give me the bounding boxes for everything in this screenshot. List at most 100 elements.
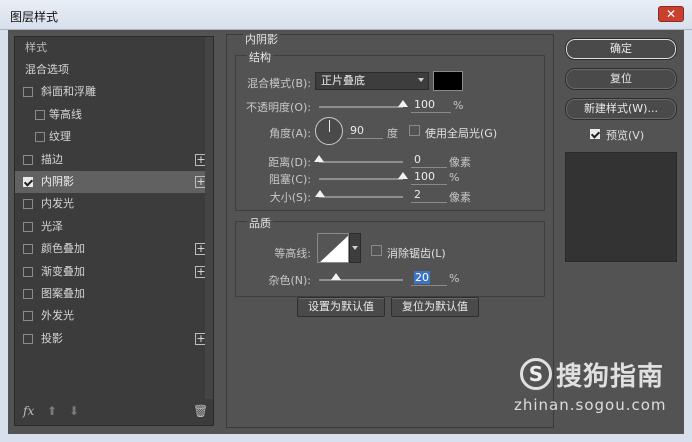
window-title: 图层样式	[10, 10, 59, 24]
style-item-outer-glow[interactable]: 外发光	[15, 305, 213, 327]
opacity-label: 不透明度(O):	[246, 101, 311, 114]
contour-label: 等高线:	[274, 247, 311, 260]
blend-mode-label: 混合模式(B):	[247, 77, 311, 90]
style-checkbox[interactable]	[23, 221, 33, 232]
distance-label: 距离(D):	[268, 156, 311, 169]
opacity-slider-thumb[interactable]	[398, 100, 408, 107]
section-title: 内阴影	[243, 31, 280, 47]
make-default-button[interactable]: 设置为默认值	[297, 297, 385, 317]
reset-button[interactable]: 复位	[565, 68, 677, 90]
style-item-inner-shadow[interactable]: 内阴影 +	[15, 170, 213, 194]
choke-slider-thumb[interactable]	[398, 172, 408, 179]
style-checkbox[interactable]	[23, 266, 33, 277]
ok-button[interactable]: 确定	[565, 38, 677, 60]
style-item-label: 光泽	[41, 219, 63, 233]
angle-label: 角度(A):	[269, 127, 311, 140]
window-frame-right	[684, 30, 692, 442]
blend-mode-value: 正片叠底	[321, 74, 365, 87]
watermark-url: zhinan.sogou.com	[514, 396, 667, 414]
contour-preview[interactable]	[317, 233, 349, 263]
style-item-contour[interactable]: 等高线	[15, 104, 213, 126]
style-item-bevel-emboss[interactable]: 斜面和浮雕	[15, 81, 213, 103]
style-checkbox[interactable]	[35, 109, 45, 120]
angle-dial[interactable]	[315, 117, 343, 145]
styles-header[interactable]: 样式	[15, 37, 213, 59]
distance-slider-thumb[interactable]	[314, 155, 324, 162]
style-item-drop-shadow[interactable]: 投影 +	[15, 328, 213, 350]
size-input[interactable]: 2	[411, 188, 447, 203]
style-item-label: 纹理	[49, 130, 71, 144]
dialog-client: 样式 混合选项 斜面和浮雕 等高线 纹理 描边 + 内阴影 + 内发光 光泽 颜…	[8, 30, 684, 434]
style-checkbox-checked[interactable]	[23, 176, 33, 187]
style-checkbox[interactable]	[35, 132, 45, 143]
style-item-stroke[interactable]: 描边 +	[15, 149, 213, 171]
window-frame-bottom	[0, 434, 692, 442]
antialias-label[interactable]: 消除锯齿(L)	[387, 245, 446, 261]
noise-slider[interactable]	[319, 273, 403, 281]
style-checkbox[interactable]	[23, 288, 33, 299]
choke-slider[interactable]	[319, 172, 408, 180]
style-item-label: 投影	[41, 331, 63, 345]
global-light-label[interactable]: 使用全局光(G)	[425, 125, 497, 141]
move-down-icon[interactable]: ⬇	[69, 404, 79, 418]
noise-input[interactable]: 20	[411, 271, 447, 286]
move-up-icon[interactable]: ⬆	[47, 404, 57, 418]
style-checkbox[interactable]	[23, 87, 33, 98]
noise-label: 杂色(N):	[268, 274, 311, 287]
blend-mode-dropdown[interactable]: 正片叠底	[315, 72, 429, 90]
style-item-texture[interactable]: 纹理	[15, 126, 213, 148]
styles-list-panel: 样式 混合选项 斜面和浮雕 等高线 纹理 描边 + 内阴影 + 内发光 光泽 颜…	[14, 36, 214, 426]
style-item-label: 渐变叠加	[41, 264, 85, 278]
style-item-label: 等高线	[49, 107, 82, 121]
antialias-checkbox[interactable]	[371, 245, 382, 256]
style-item-label: 斜面和浮雕	[41, 85, 96, 99]
style-checkbox[interactable]	[23, 244, 33, 255]
choke-unit: %	[449, 171, 460, 184]
new-style-button[interactable]: 新建样式(W)...	[565, 98, 677, 120]
preview-label[interactable]: 预览(V)	[606, 127, 644, 143]
size-unit: 像素	[449, 191, 471, 204]
styles-scrollbar[interactable]	[205, 37, 213, 399]
style-checkbox[interactable]	[23, 333, 33, 344]
global-light-checkbox[interactable]	[409, 125, 420, 136]
opacity-unit: %	[453, 99, 464, 112]
style-item-gradient-overlay[interactable]: 渐变叠加 +	[15, 261, 213, 283]
angle-unit: 度	[387, 127, 398, 140]
shadow-color-swatch[interactable]	[433, 71, 463, 91]
contour-picker-button[interactable]	[349, 233, 361, 263]
style-checkbox[interactable]	[23, 154, 33, 165]
style-item-satin[interactable]: 光泽	[15, 216, 213, 238]
opacity-slider[interactable]	[319, 100, 408, 108]
chevron-down-icon	[418, 78, 424, 82]
quality-title: 品质	[247, 215, 273, 231]
close-button[interactable]: ✕	[658, 6, 684, 22]
style-item-color-overlay[interactable]: 颜色叠加 +	[15, 238, 213, 260]
style-item-pattern-overlay[interactable]: 图案叠加	[15, 283, 213, 305]
sogou-logo: S	[520, 358, 552, 390]
style-checkbox[interactable]	[23, 311, 33, 322]
reset-default-button[interactable]: 复位为默认值	[391, 297, 479, 317]
choke-input[interactable]: 100	[411, 170, 447, 185]
preview-checkbox[interactable]	[590, 129, 600, 139]
style-item-blending-options[interactable]: 混合选项	[15, 59, 213, 81]
distance-input[interactable]: 0	[411, 153, 447, 168]
angle-input[interactable]: 90	[347, 124, 383, 139]
style-item-inner-glow[interactable]: 内发光	[15, 193, 213, 215]
distance-unit: 像素	[449, 156, 471, 169]
style-item-label: 描边	[41, 152, 63, 166]
style-checkbox[interactable]	[23, 199, 33, 210]
style-item-label: 颜色叠加	[41, 242, 85, 256]
style-item-label: 图案叠加	[41, 286, 85, 300]
trash-icon[interactable]: 🗑	[193, 404, 208, 418]
style-item-label: 内发光	[41, 197, 74, 211]
noise-unit: %	[449, 272, 460, 285]
size-slider-thumb[interactable]	[314, 190, 325, 197]
style-item-label: 混合选项	[25, 63, 69, 76]
opacity-input[interactable]: 100	[411, 98, 451, 113]
noise-slider-thumb[interactable]	[330, 273, 341, 280]
distance-slider[interactable]	[314, 155, 403, 163]
size-slider[interactable]	[314, 190, 403, 198]
settings-panel: 内阴影 结构 混合模式(B): 正片叠底 不透明度(O): 100 % 角度(A…	[226, 31, 554, 428]
size-label: 大小(S):	[269, 191, 311, 204]
fx-icon[interactable]: fx	[23, 404, 34, 418]
